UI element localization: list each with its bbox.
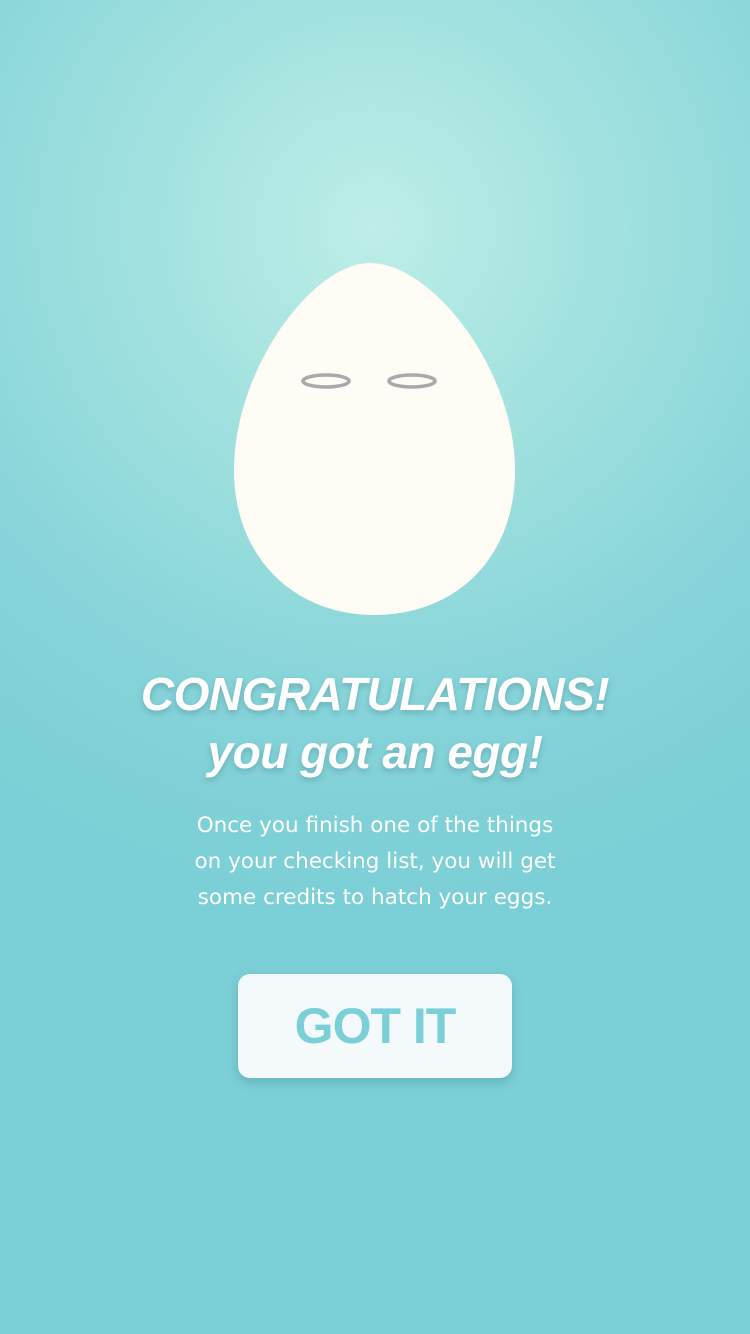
description-line-2: on your checking list, you will get — [194, 849, 556, 874]
headline-you-got-an-egg: you got an egg! — [207, 726, 543, 778]
got-it-button[interactable]: GOT IT — [238, 974, 512, 1078]
egg-icon — [234, 263, 515, 615]
egg-shell — [234, 263, 515, 615]
description-line-1: Once you finish one of the things — [196, 813, 554, 838]
headline-congratulations: CONGRATULATIONS! — [140, 668, 610, 720]
egg-reward-screen: CONGRATULATIONS! you got an egg! Once yo… — [0, 0, 750, 1334]
description-line-3: some credits to hatch your eggs. — [197, 885, 553, 910]
